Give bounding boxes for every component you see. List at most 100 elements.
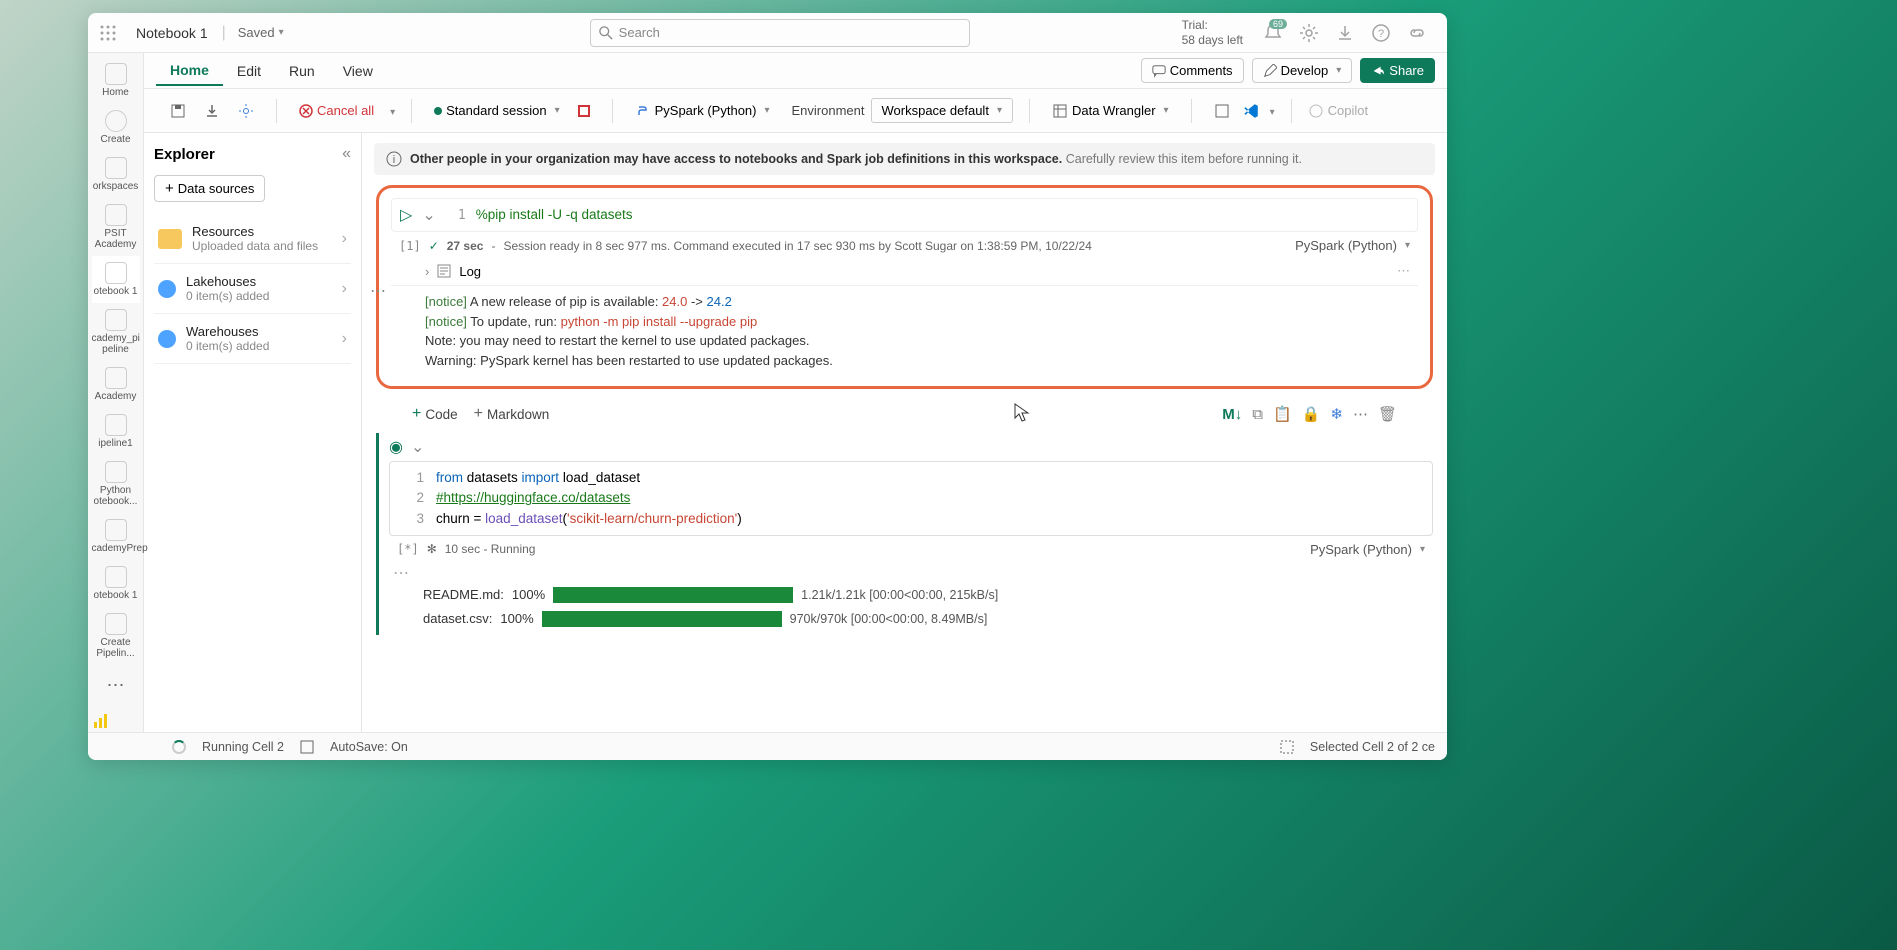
- vscode-dropdown[interactable]: [1266, 103, 1275, 118]
- rail-home[interactable]: Home: [92, 57, 140, 104]
- cell-menu-chevron[interactable]: ⌄: [422, 205, 435, 225]
- exec-index: [1]: [399, 239, 421, 253]
- expand-log-chevron[interactable]: ›: [425, 264, 429, 279]
- code-editor[interactable]: 1from datasets import load_dataset 2#htt…: [389, 461, 1433, 536]
- stop-button[interactable]: [572, 101, 596, 121]
- rail-notebook1[interactable]: otebook 1: [92, 256, 140, 303]
- body: Explorer « +Data sources ResourcesUpload…: [88, 133, 1447, 760]
- develop-dropdown[interactable]: Develop: [1252, 58, 1353, 83]
- copilot-button[interactable]: Copilot: [1328, 103, 1368, 118]
- comment-icon: [1152, 64, 1166, 78]
- add-code-button[interactable]: +Code: [412, 405, 458, 423]
- workspace-dropdown[interactable]: Workspace default: [871, 98, 1013, 123]
- search-placeholder: Search: [619, 25, 660, 40]
- progress-bar: [553, 587, 793, 603]
- cancel-dropdown[interactable]: [386, 103, 395, 118]
- explorer-warehouses[interactable]: Warehouses0 item(s) added: [154, 314, 351, 364]
- explorer-lakehouses[interactable]: Lakehouses0 item(s) added: [154, 264, 351, 314]
- menu-row: Home Edit Run View Comments Develop Shar…: [88, 53, 1447, 89]
- lock-icon[interactable]: 🔒: [1302, 405, 1321, 423]
- rail-create[interactable]: Create: [92, 104, 140, 151]
- cell-side-menu[interactable]: ⋯: [389, 563, 1433, 583]
- title-bar: Notebook 1 | Saved Search Trial:58 days …: [88, 13, 1447, 53]
- tab-edit[interactable]: Edit: [223, 57, 275, 85]
- code-content[interactable]: %pip install -U -q datasets: [476, 207, 633, 222]
- progress-row-dataset: dataset.csv: 100% 970k/970k [00:00<00:00…: [389, 607, 1433, 631]
- vscode-link-button[interactable]: [1208, 99, 1236, 123]
- cell-toolbar: M↓ ⧉ 📋 🔒 ❄ ⋯ 🗑: [1222, 405, 1397, 423]
- tab-home[interactable]: Home: [156, 56, 223, 86]
- notebook-main: i Other people in your organization may …: [362, 133, 1447, 760]
- cancel-all-button[interactable]: Cancel all: [293, 99, 380, 122]
- session-dropdown[interactable]: Standard session: [428, 99, 565, 122]
- cell-more-icon[interactable]: ⋯: [1397, 263, 1410, 279]
- box-icon: [1214, 103, 1230, 119]
- pencil-icon: [1263, 64, 1277, 78]
- explorer-resources[interactable]: ResourcesUploaded data and files: [154, 214, 351, 264]
- kernel-dropdown[interactable]: PySpark (Python): [629, 99, 776, 123]
- download-icon[interactable]: [1335, 23, 1355, 43]
- rail-academy[interactable]: Academy: [92, 361, 140, 408]
- more-icon[interactable]: ⋯: [1353, 405, 1368, 423]
- copilot-icon: [1308, 103, 1324, 119]
- save-button[interactable]: [164, 99, 192, 123]
- share-button[interactable]: Share: [1360, 58, 1435, 83]
- rail-academy-pipeline[interactable]: cademy_pi peline: [92, 303, 140, 361]
- selection-icon: [1280, 740, 1294, 754]
- download-button[interactable]: [198, 99, 226, 123]
- rail-pipeline1[interactable]: ipeline1: [92, 408, 140, 455]
- saved-status-dropdown[interactable]: Saved: [232, 23, 290, 42]
- chevron-right-icon: [342, 230, 347, 248]
- cell-kernel-dropdown[interactable]: PySpark (Python): [1295, 238, 1410, 253]
- rail-notebook1b[interactable]: otebook 1: [92, 560, 140, 607]
- exec-duration: 27 sec: [447, 239, 484, 253]
- lakehouse-icon: [158, 280, 176, 298]
- rail-more[interactable]: ⋯: [97, 665, 135, 706]
- settings-toolbar-button[interactable]: [232, 99, 260, 123]
- search-input[interactable]: Search: [590, 19, 970, 47]
- help-icon[interactable]: ?: [1371, 23, 1391, 43]
- tab-run[interactable]: Run: [275, 57, 329, 85]
- cell-side-menu[interactable]: ⋯: [370, 281, 386, 301]
- notification-badge: 69: [1269, 19, 1287, 29]
- exec-status: Session ready in 8 sec 977 ms. Command e…: [503, 239, 1091, 253]
- tab-view[interactable]: View: [329, 57, 387, 85]
- link-icon[interactable]: [1407, 23, 1427, 43]
- trial-status: Trial:58 days left: [1182, 18, 1243, 47]
- stop-icon: [578, 105, 590, 117]
- explorer-title: Explorer: [154, 146, 215, 163]
- cell-output: [notice] A new release of pip is availab…: [391, 286, 1418, 374]
- comments-button[interactable]: Comments: [1141, 58, 1244, 83]
- data-sources-button[interactable]: +Data sources: [154, 175, 265, 202]
- settings-icon[interactable]: [1299, 23, 1319, 43]
- running-spinner-icon: ✻: [427, 542, 437, 556]
- freeze-icon[interactable]: ❄: [1330, 405, 1343, 423]
- rail-psit[interactable]: PSIT Academy: [92, 198, 140, 256]
- notifications-icon[interactable]: 69: [1263, 23, 1283, 43]
- markdown-toggle-icon[interactable]: M↓: [1222, 406, 1242, 423]
- status-autosave[interactable]: AutoSave: On: [330, 740, 408, 754]
- log-label[interactable]: Log: [459, 264, 481, 279]
- table-icon: [1052, 103, 1068, 119]
- running-indicator-icon[interactable]: ◉: [389, 437, 403, 457]
- cell-menu-chevron[interactable]: ⌄: [411, 437, 424, 457]
- rail-python-notebook[interactable]: Python otebook...: [92, 455, 140, 513]
- toolbar: Cancel all Standard session PySpark (Pyt…: [88, 89, 1447, 133]
- rail-workspaces[interactable]: orkspaces: [92, 151, 140, 198]
- clipboard-icon[interactable]: 📋: [1273, 405, 1292, 423]
- notebook-title[interactable]: Notebook 1: [136, 25, 208, 41]
- info-icon: i: [386, 151, 402, 167]
- vscode-icon[interactable]: [1242, 102, 1260, 120]
- rail-academyprep[interactable]: cademyPrep: [92, 513, 140, 560]
- run-cell-button[interactable]: ▷: [400, 205, 412, 225]
- rail-create-pipeline[interactable]: Create Pipelin...: [92, 607, 140, 665]
- delete-icon[interactable]: 🗑: [1378, 405, 1397, 423]
- add-markdown-button[interactable]: +Markdown: [474, 405, 550, 423]
- info-banner: i Other people in your organization may …: [374, 143, 1435, 175]
- collapse-explorer-icon[interactable]: «: [342, 145, 351, 163]
- data-wrangler-dropdown[interactable]: Data Wrangler: [1046, 99, 1175, 123]
- cell-kernel-dropdown[interactable]: PySpark (Python): [1310, 542, 1425, 557]
- copy-icon[interactable]: ⧉: [1252, 406, 1263, 423]
- app-launcher-icon[interactable]: [100, 25, 116, 41]
- warehouse-icon: [158, 330, 176, 348]
